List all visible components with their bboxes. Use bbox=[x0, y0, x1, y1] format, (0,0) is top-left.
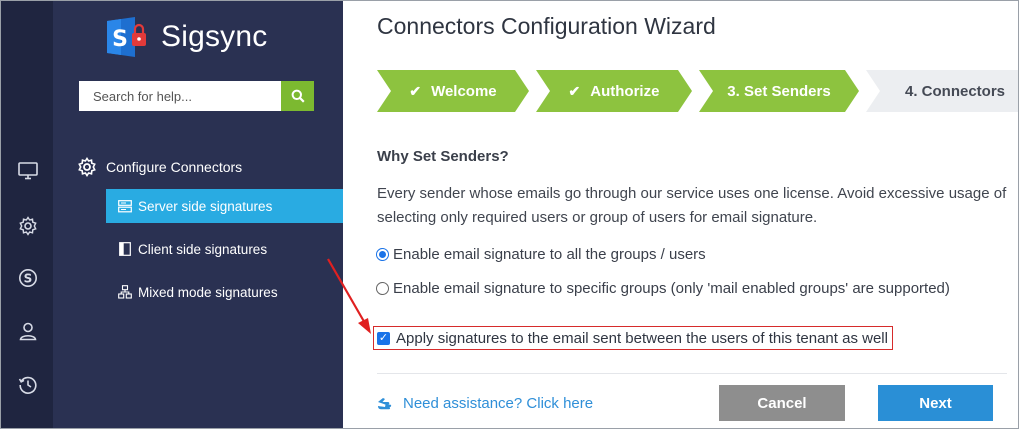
wizard-steps: ✔ Welcome ✔ Authorize 3. Set Senders 4. … bbox=[377, 70, 1019, 112]
check-icon: ✔ bbox=[409, 82, 422, 99]
sidebar-item-label: Client side signatures bbox=[138, 241, 268, 257]
sidebar-item-mixed-mode[interactable]: Mixed mode signatures bbox=[106, 275, 343, 309]
client-icon bbox=[118, 242, 132, 256]
svg-text:S: S bbox=[24, 272, 33, 286]
user-icon[interactable] bbox=[15, 318, 41, 344]
step-label: Welcome bbox=[431, 82, 497, 100]
gear-icon[interactable] bbox=[15, 213, 41, 239]
option-specific-groups[interactable]: Enable email signature to specific group… bbox=[376, 280, 950, 297]
step-welcome[interactable]: ✔ Welcome bbox=[377, 70, 529, 112]
monitor-icon[interactable] bbox=[15, 158, 41, 184]
option-label: Enable email signature to specific group… bbox=[393, 280, 950, 297]
divider bbox=[377, 373, 1007, 374]
help-search-input[interactable] bbox=[79, 81, 281, 111]
pointing-hand-icon bbox=[377, 397, 395, 410]
skype-icon[interactable]: S bbox=[15, 265, 41, 291]
step-label: 4. Connectors bbox=[904, 82, 1006, 100]
sidebar-item-client-side[interactable]: Client side signatures bbox=[106, 232, 343, 266]
description: Every sender whose emails go through our… bbox=[377, 182, 1018, 230]
assistance-link[interactable]: Need assistance? Click here bbox=[377, 395, 593, 412]
section-heading: Why Set Senders? bbox=[377, 148, 509, 165]
radio-button[interactable] bbox=[376, 248, 389, 261]
sigsync-logo-icon: S bbox=[105, 17, 155, 57]
app-window: S S Sigsync Search for help... Configure… bbox=[0, 0, 1019, 429]
sidebar: S Sigsync Configure Connectors Server si bbox=[53, 1, 343, 428]
next-button[interactable]: Next bbox=[878, 385, 993, 421]
help-search bbox=[79, 81, 314, 111]
configure-connectors-section[interactable]: Configure Connectors bbox=[77, 157, 242, 177]
cancel-button[interactable]: Cancel bbox=[719, 385, 845, 421]
search-icon bbox=[291, 89, 305, 103]
brand-logo[interactable]: S Sigsync bbox=[105, 17, 267, 57]
icon-rail: S bbox=[1, 1, 53, 428]
description-line: selecting only required users or group o… bbox=[377, 209, 818, 226]
check-icon: ✔ bbox=[568, 82, 581, 99]
step-set-senders[interactable]: 3. Set Senders bbox=[699, 70, 859, 112]
assistance-label: Need assistance? Click here bbox=[403, 395, 594, 412]
step-label: Authorize bbox=[590, 82, 660, 100]
radio-button[interactable] bbox=[376, 282, 389, 295]
step-label: 3. Set Senders bbox=[727, 82, 831, 100]
search-button[interactable] bbox=[281, 81, 314, 111]
network-icon bbox=[118, 285, 132, 299]
step-authorize[interactable]: ✔ Authorize bbox=[536, 70, 692, 112]
page-title: Connectors Configuration Wizard bbox=[377, 13, 716, 39]
svg-text:S: S bbox=[112, 27, 128, 52]
sidebar-item-label: Mixed mode signatures bbox=[138, 284, 278, 300]
server-icon bbox=[118, 199, 132, 213]
brand-name: Sigsync bbox=[161, 20, 268, 53]
option-label: Enable email signature to all the groups… bbox=[393, 246, 706, 263]
history-icon[interactable] bbox=[15, 372, 41, 398]
checkbox-label: Apply signatures to the email sent betwe… bbox=[396, 329, 888, 347]
gear-icon bbox=[78, 157, 96, 177]
apply-internal-option[interactable]: ✓ Apply signatures to the email sent bet… bbox=[373, 326, 893, 350]
sidebar-item-server-side[interactable]: Server side signatures bbox=[106, 189, 343, 223]
description-line: Every sender whose emails go through our… bbox=[377, 185, 1007, 202]
wizard-panel: Connectors Configuration Wizard ✔ Welcom… bbox=[343, 1, 1019, 428]
sidebar-item-label: Server side signatures bbox=[138, 198, 273, 214]
checkbox[interactable]: ✓ bbox=[377, 331, 390, 345]
section-label: Configure Connectors bbox=[106, 159, 243, 175]
option-all-users[interactable]: Enable email signature to all the groups… bbox=[376, 246, 706, 263]
step-connectors[interactable]: 4. Connectors bbox=[866, 70, 1019, 112]
